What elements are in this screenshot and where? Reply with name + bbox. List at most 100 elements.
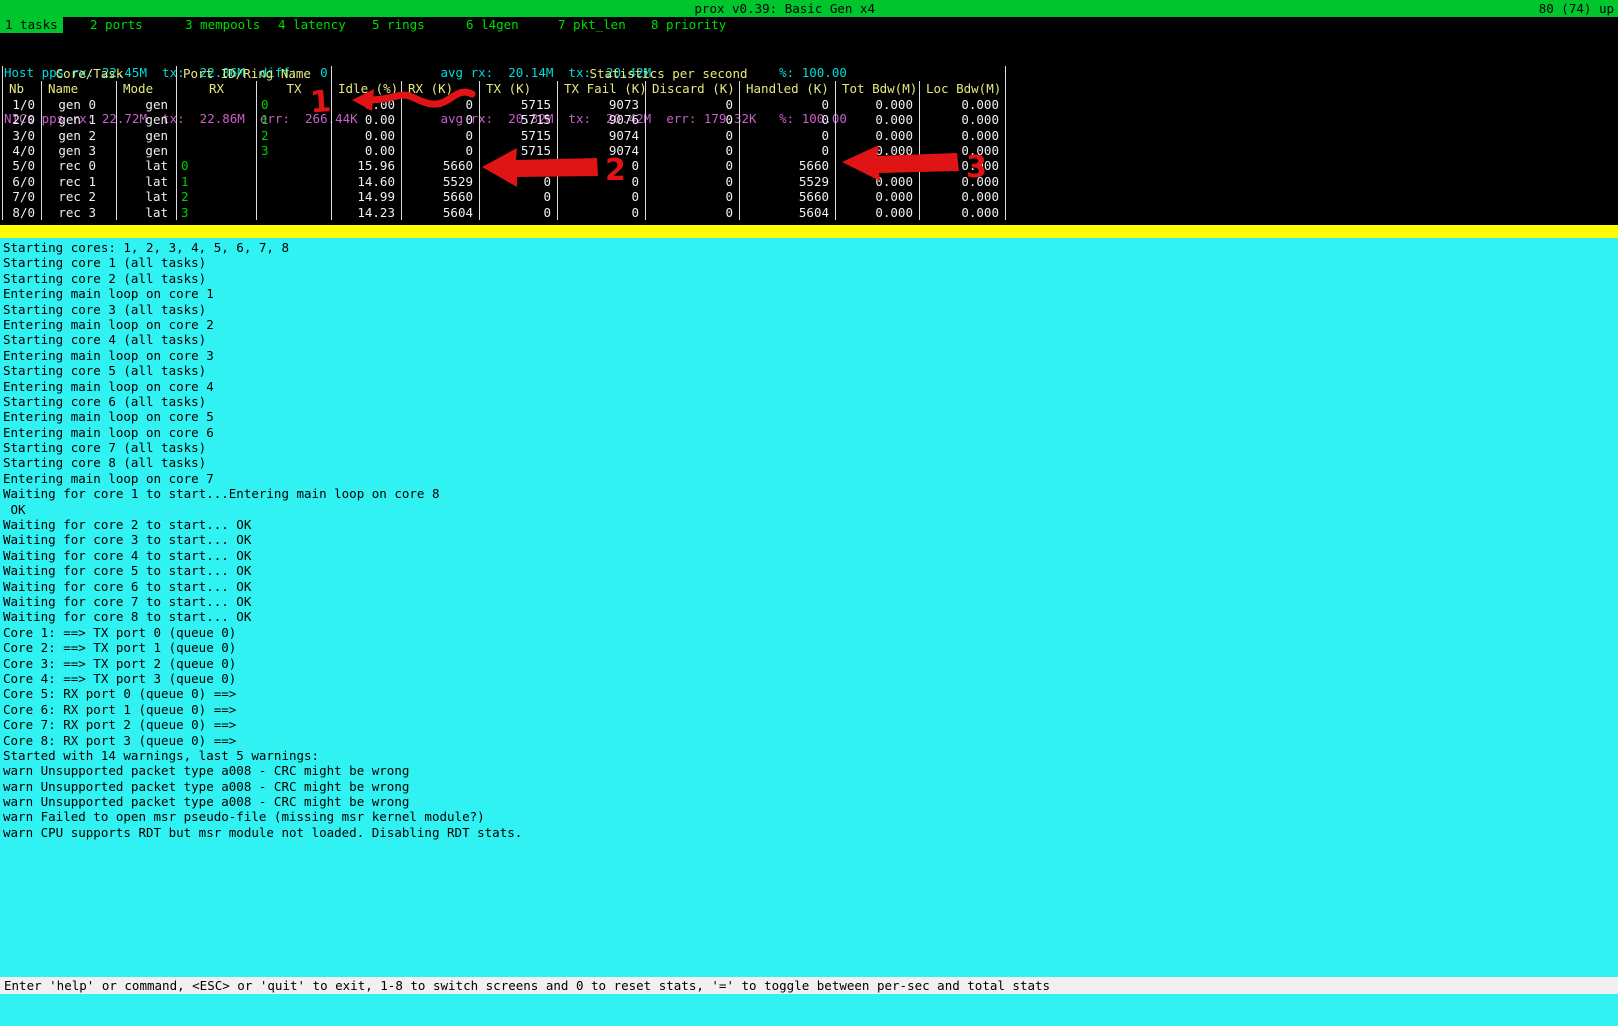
cell-tx-k: 0 — [479, 205, 557, 220]
cell-rx-port: 1 — [176, 174, 256, 189]
cell-rx-port — [176, 143, 256, 158]
cell-tx-port — [256, 189, 331, 204]
cell-idle: 0.00 — [331, 128, 401, 143]
cell-nb: 1/0 — [3, 97, 41, 112]
log-line: Entering main loop on core 6 — [0, 425, 1618, 440]
cell-handled-k: 0 — [739, 128, 835, 143]
cell-name: gen 3 — [41, 143, 116, 158]
command-status-bar[interactable]: Enter 'help' or command, <ESC> or 'quit'… — [0, 977, 1618, 994]
log-line: Starting core 4 (all tasks) — [0, 332, 1618, 347]
cell-tx-port: 0 — [256, 97, 331, 112]
cell-loc-bdw: 0.000 — [919, 174, 1005, 189]
cell-rx-k: 0 — [401, 128, 479, 143]
tab-1-tasks[interactable]: 1 tasks — [0, 17, 63, 33]
cell-tx-k: 0 — [479, 174, 557, 189]
tab-2-ports[interactable]: 2 ports — [85, 17, 148, 33]
tab-8-priority[interactable]: 8 priority — [646, 17, 731, 33]
divider-bar — [0, 225, 1618, 238]
table-row: 7/0rec 2lat214.99566000056600.0000.000 — [3, 189, 1005, 204]
log-line: Waiting for core 7 to start... OK — [0, 594, 1618, 609]
log-line: warn Unsupported packet type a008 - CRC … — [0, 763, 1618, 778]
log-line: Starting core 6 (all tasks) — [0, 394, 1618, 409]
cell-tot-bdw: 0.000 — [835, 112, 919, 127]
table-row: 4/0gen 3gen30.00057159074000.0000.000 — [3, 143, 1005, 158]
tab-3-mempools[interactable]: 3 mempools — [180, 17, 265, 33]
log-line: Core 4: ==> TX port 3 (queue 0) — [0, 671, 1618, 686]
log-line: Core 1: ==> TX port 0 (queue 0) — [0, 625, 1618, 640]
cell-tx-fail-k: 9074 — [557, 128, 645, 143]
tab-4-latency[interactable]: 4 latency — [273, 17, 351, 33]
cell-loc-bdw: 0.000 — [919, 158, 1005, 173]
log-line: warn Unsupported packet type a008 - CRC … — [0, 794, 1618, 809]
cell-tx-fail-k: 0 — [557, 174, 645, 189]
cell-tx-port: 3 — [256, 143, 331, 158]
cell-tot-bdw: 0.000 — [835, 189, 919, 204]
cell-tot-bdw: 0.000 — [835, 205, 919, 220]
cell-mode: lat — [116, 189, 176, 204]
cell-loc-bdw: 0.000 — [919, 143, 1005, 158]
cell-tx-k: 5715 — [479, 97, 557, 112]
cell-tx-fail-k: 9076 — [557, 112, 645, 127]
cell-discard-k: 0 — [645, 158, 739, 173]
cell-idle: 0.00 — [331, 143, 401, 158]
bottom-strip — [0, 994, 1618, 1026]
cell-rx-port — [176, 97, 256, 112]
log-line: Started with 14 warnings, last 5 warning… — [0, 748, 1618, 763]
cell-idle: 0.00 — [331, 112, 401, 127]
cell-rx-port: 2 — [176, 189, 256, 204]
log-line: warn Unsupported packet type a008 - CRC … — [0, 779, 1618, 794]
cell-mode: lat — [116, 205, 176, 220]
tab-7-pkt_len[interactable]: 7 pkt_len — [553, 17, 631, 33]
cell-handled-k: 0 — [739, 143, 835, 158]
cell-idle: 14.23 — [331, 205, 401, 220]
cell-nb: 6/0 — [3, 174, 41, 189]
col-header-tx-fail-k: TX Fail (K) — [557, 81, 645, 96]
log-line: Waiting for core 5 to start... OK — [0, 563, 1618, 578]
cell-rx-k: 5660 — [401, 189, 479, 204]
cell-mode: lat — [116, 174, 176, 189]
col-header-mode: Mode — [116, 81, 176, 96]
col-header-nb: Nb — [3, 81, 41, 96]
cell-nb: 5/0 — [3, 158, 41, 173]
cell-discard-k: 0 — [645, 97, 739, 112]
cell-rx-k: 0 — [401, 97, 479, 112]
log-line: Starting core 1 (all tasks) — [0, 255, 1618, 270]
cell-mode: gen — [116, 97, 176, 112]
log-line: Core 6: RX port 1 (queue 0) ==> — [0, 702, 1618, 717]
cell-handled-k: 0 — [739, 97, 835, 112]
tab-6-l4gen[interactable]: 6 l4gen — [461, 17, 524, 33]
title-bar: prox v0.39: Basic Gen x4 80 (74) up — [0, 0, 1618, 17]
table-column-header-row: NbNameModeRXTXIdle (%)RX (K)TX (K)TX Fai… — [3, 81, 1005, 96]
cell-tx-port — [256, 158, 331, 173]
cell-nb: 3/0 — [3, 128, 41, 143]
cell-discard-k: 0 — [645, 143, 739, 158]
table-group-header-row: Core/Task Port ID/Ring Name Statistics p… — [3, 66, 1005, 81]
cell-discard-k: 0 — [645, 112, 739, 127]
log-line: Entering main loop on core 4 — [0, 379, 1618, 394]
prox-terminal: prox v0.39: Basic Gen x4 80 (74) up 1 ta… — [0, 0, 1618, 1026]
cell-idle: 14.99 — [331, 189, 401, 204]
table-row: 3/0gen 2gen20.00057159074000.0000.000 — [3, 128, 1005, 143]
log-line: Entering main loop on core 2 — [0, 317, 1618, 332]
cell-name: gen 0 — [41, 97, 116, 112]
cell-name: gen 2 — [41, 128, 116, 143]
group-header-port-id-ring-name: Port ID/Ring Name — [176, 66, 331, 81]
group-header-core-task: Core/Task — [3, 66, 176, 81]
cell-rx-port — [176, 128, 256, 143]
cell-tx-k: 5715 — [479, 143, 557, 158]
tab-5-rings[interactable]: 5 rings — [367, 17, 430, 33]
cell-loc-bdw: 0.000 — [919, 189, 1005, 204]
cell-tx-port — [256, 174, 331, 189]
cell-rx-port — [176, 112, 256, 127]
uptime-indicator: 80 (74) up — [1539, 1, 1614, 16]
cell-rx-port: 3 — [176, 205, 256, 220]
cell-tx-port: 1 — [256, 112, 331, 127]
log-line: Waiting for core 3 to start... OK — [0, 532, 1618, 547]
cell-handled-k: 5660 — [739, 189, 835, 204]
cell-handled-k: 5660 — [739, 158, 835, 173]
cell-rx-k: 5604 — [401, 205, 479, 220]
cell-tx-fail-k: 0 — [557, 158, 645, 173]
log-line: Core 8: RX port 3 (queue 0) ==> — [0, 733, 1618, 748]
log-line: warn CPU supports RDT but msr module not… — [0, 825, 1618, 840]
table-row: 5/0rec 0lat015.96566000056600.0000.000 — [3, 158, 1005, 173]
